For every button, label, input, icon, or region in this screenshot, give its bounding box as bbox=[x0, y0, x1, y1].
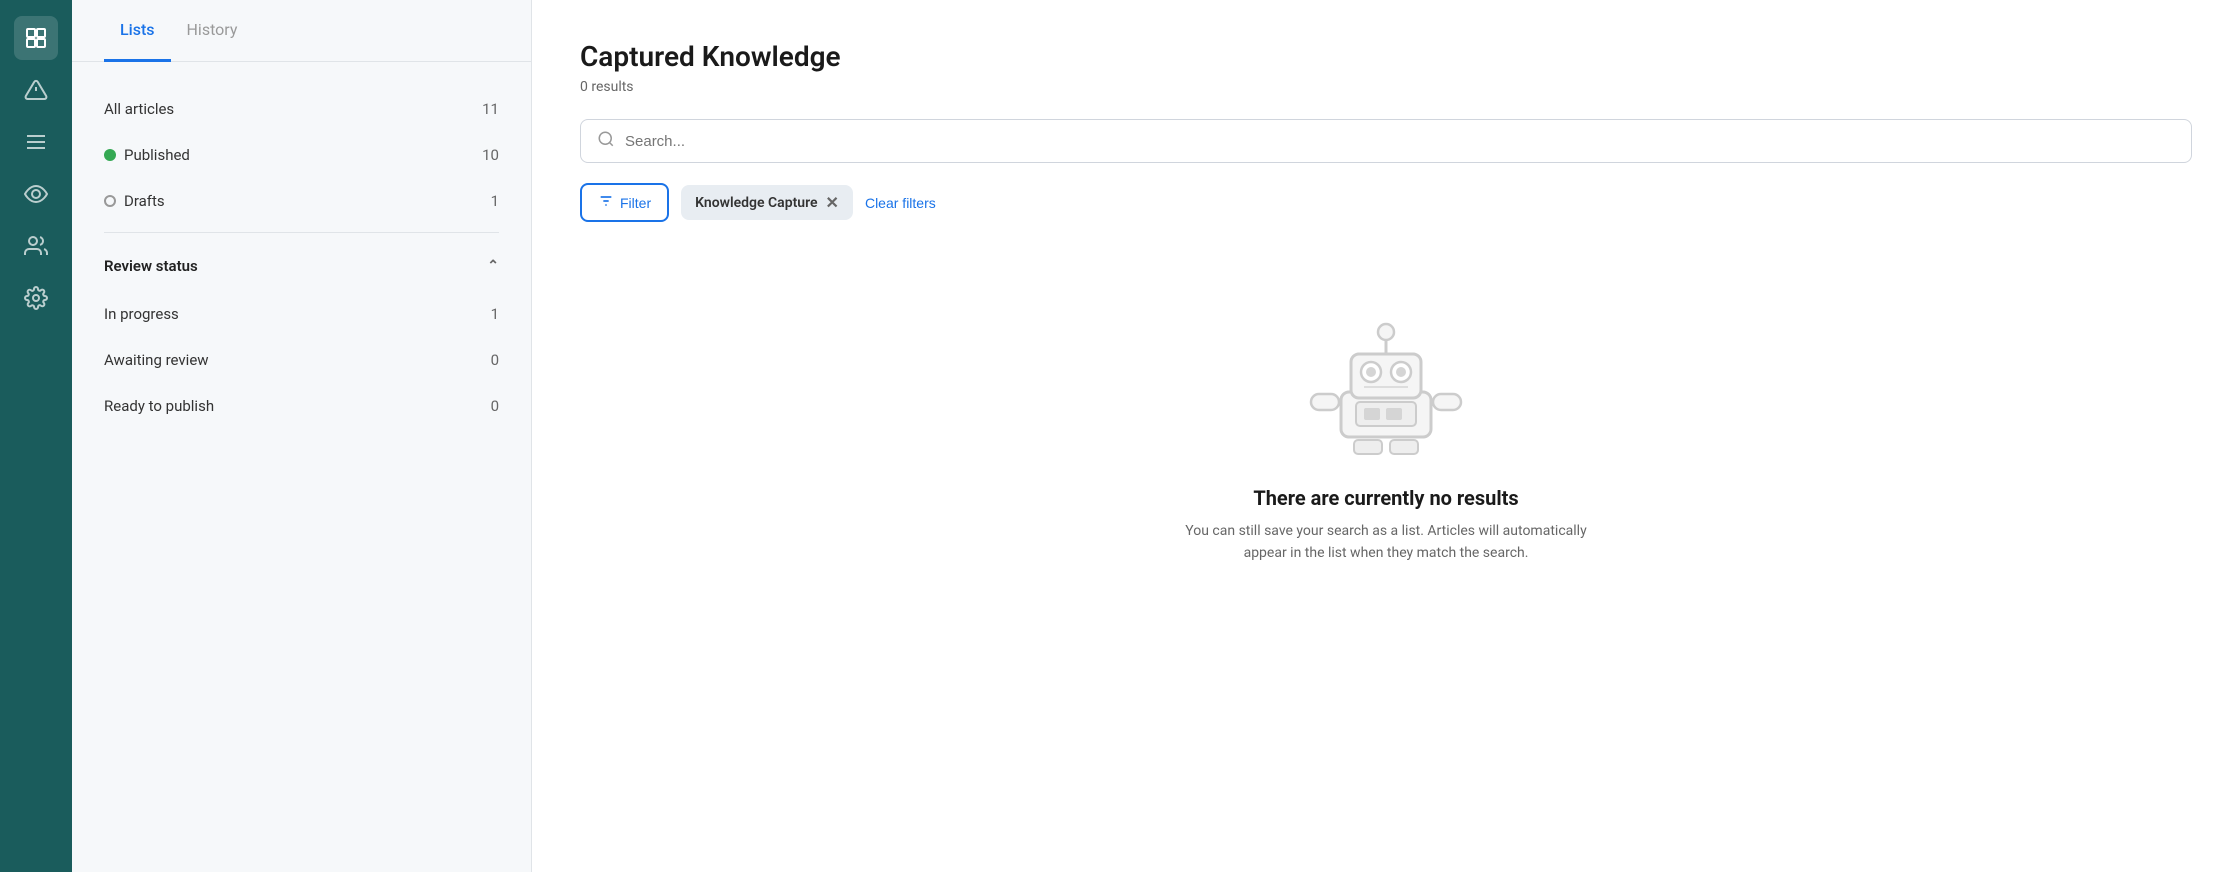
main-content: Captured Knowledge 0 results Filter Know… bbox=[532, 0, 2240, 872]
filter-published-count: 10 bbox=[482, 146, 499, 164]
filter-icon bbox=[598, 193, 614, 212]
filter-drafts-label: Drafts bbox=[104, 192, 165, 210]
filter-published[interactable]: Published 10 bbox=[104, 132, 499, 178]
review-status-label: Review status bbox=[104, 257, 198, 275]
page-title: Captured Knowledge bbox=[580, 40, 2192, 73]
empty-state: There are currently no results You can s… bbox=[580, 302, 2192, 565]
search-bar bbox=[580, 119, 2192, 163]
filter-all-articles-count: 11 bbox=[482, 100, 499, 118]
empty-state-illustration bbox=[1286, 302, 1486, 462]
filter-in-progress-count: 1 bbox=[491, 305, 499, 323]
filter-ready-to-publish-count: 0 bbox=[491, 397, 499, 415]
review-status-section[interactable]: Review status ⌃ bbox=[104, 241, 499, 291]
articles-nav-icon[interactable] bbox=[14, 16, 58, 60]
filter-drafts[interactable]: Drafts 1 bbox=[104, 178, 499, 224]
search-icon bbox=[597, 130, 615, 152]
empty-state-subtitle: You can still save your search as a list… bbox=[1166, 520, 1606, 565]
filter-in-progress-label: In progress bbox=[104, 305, 179, 323]
published-dot bbox=[104, 149, 116, 161]
filter-button-label: Filter bbox=[620, 195, 651, 211]
filter-ready-to-publish-label: Ready to publish bbox=[104, 397, 214, 415]
results-count: 0 results bbox=[580, 79, 2192, 95]
filter-awaiting-review[interactable]: Awaiting review 0 bbox=[104, 337, 499, 383]
settings-nav-icon[interactable] bbox=[14, 276, 58, 320]
filter-in-progress[interactable]: In progress 1 bbox=[104, 291, 499, 337]
filter-bar: Filter Knowledge Capture ✕ Clear filters bbox=[580, 183, 2192, 222]
filter-button[interactable]: Filter bbox=[580, 183, 669, 222]
filter-awaiting-review-count: 0 bbox=[491, 351, 499, 369]
chevron-up-icon: ⌃ bbox=[487, 258, 499, 274]
alerts-nav-icon[interactable] bbox=[14, 68, 58, 112]
preview-nav-icon[interactable] bbox=[14, 172, 58, 216]
tab-history[interactable]: History bbox=[171, 0, 254, 62]
sidebar-nav bbox=[0, 0, 72, 872]
filter-ready-to-publish[interactable]: Ready to publish 0 bbox=[104, 383, 499, 429]
menu-nav-icon[interactable] bbox=[14, 120, 58, 164]
clear-filters-button[interactable]: Clear filters bbox=[865, 195, 936, 211]
search-input[interactable] bbox=[625, 133, 2175, 150]
filter-all-articles[interactable]: All articles 11 bbox=[104, 86, 499, 132]
divider bbox=[104, 232, 499, 233]
filter-awaiting-review-label: Awaiting review bbox=[104, 351, 209, 369]
remove-filter-icon[interactable]: ✕ bbox=[826, 193, 839, 212]
active-filter-label: Knowledge Capture bbox=[695, 195, 817, 211]
drafts-dot bbox=[104, 195, 116, 207]
left-panel: Lists History All articles 11 Published … bbox=[72, 0, 532, 872]
filter-drafts-count: 1 bbox=[491, 192, 499, 210]
empty-state-title: There are currently no results bbox=[1253, 486, 1518, 510]
active-filter-tag[interactable]: Knowledge Capture ✕ bbox=[681, 185, 853, 220]
tab-lists[interactable]: Lists bbox=[104, 0, 171, 62]
filter-published-label: Published bbox=[104, 146, 190, 164]
filter-all-articles-label: All articles bbox=[104, 100, 174, 118]
users-nav-icon[interactable] bbox=[14, 224, 58, 268]
tabs-header: Lists History bbox=[72, 0, 531, 62]
left-panel-content: All articles 11 Published 10 Drafts 1 Re… bbox=[72, 62, 531, 453]
